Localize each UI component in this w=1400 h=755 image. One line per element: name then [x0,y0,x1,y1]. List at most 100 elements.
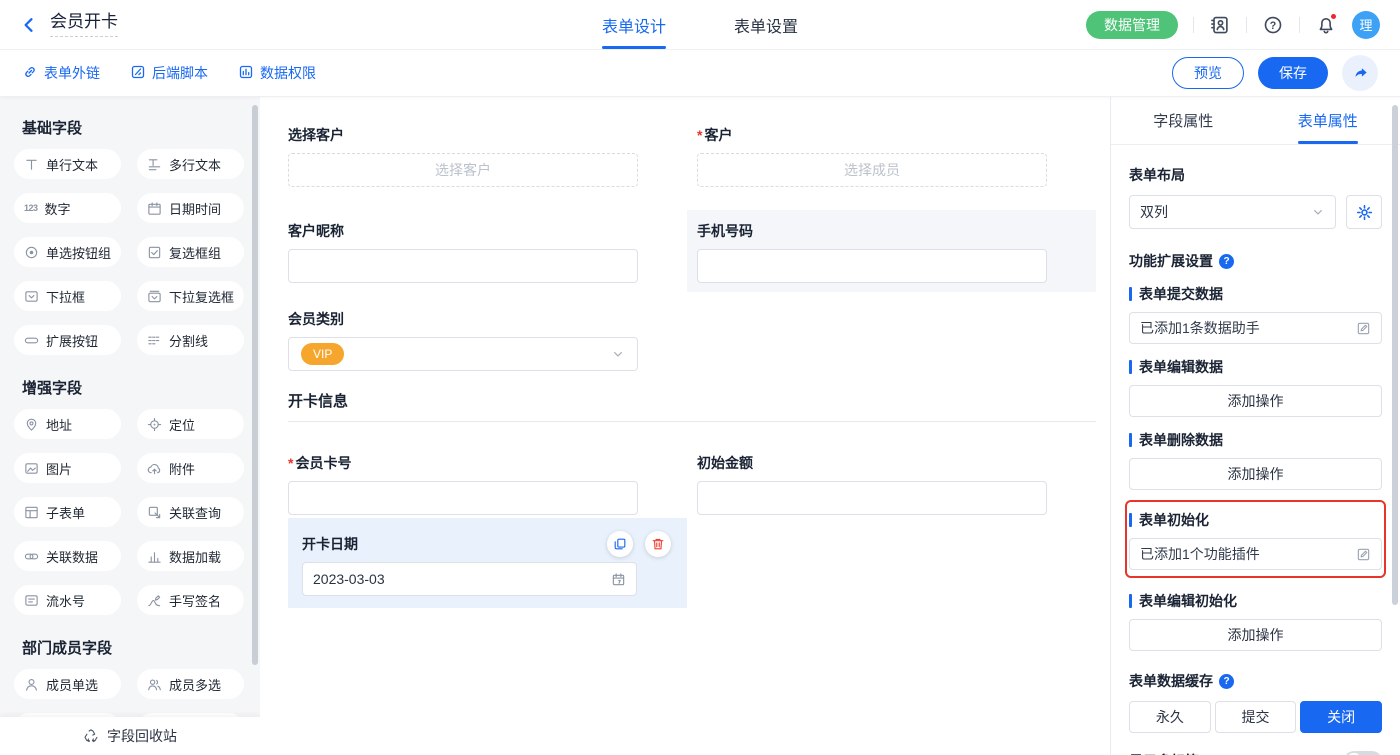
form-field-card-no[interactable]: 会员卡号 [288,442,687,515]
copy-field-button[interactable] [607,531,633,557]
field-pill-cloud-upload[interactable]: 附件 [137,453,244,483]
field-pill-label: 定位 [169,415,195,434]
form-field-select-customer[interactable]: 选择客户 选择客户 [288,121,687,187]
field-pill-linked-data[interactable]: 关联数据 [14,541,121,571]
data-permission-action[interactable]: 数据权限 [238,63,316,83]
cache-option-button[interactable]: 提交 [1215,701,1297,733]
add-action-button[interactable]: 添加操作 [1129,619,1382,651]
field-pill-member-multi[interactable]: 成员多选 [137,669,244,699]
field-pill-map-pin[interactable]: 地址 [14,409,121,439]
field-pill-select[interactable]: 下拉框 [14,281,121,311]
form-field-open-date-selected[interactable]: 开卡日期 2023-03-03 [288,518,687,608]
field-pill-checkbox[interactable]: 复选框组 [137,237,244,267]
field-label: 开卡日期 [302,534,358,554]
card-no-input[interactable] [288,481,638,515]
initial-amount-input[interactable] [697,481,1047,515]
field-pill-linked-query[interactable]: 关联查询 [137,497,244,527]
field-pill-label: 图片 [46,459,72,478]
field-pill-divider[interactable]: 分割线 [137,325,244,355]
field-pill-calendar[interactable]: 日期时间 [137,193,244,223]
notification-bell-icon[interactable] [1315,14,1337,36]
display-tabs-label: 显示多标签 [1129,751,1199,755]
external-link-action[interactable]: 表单外链 [22,63,100,83]
cache-option-button[interactable]: 永久 [1129,701,1211,733]
trash-icon [651,537,665,551]
field-pill-member-single[interactable]: 成员单选 [14,669,121,699]
field-pill-image[interactable]: 图片 [14,453,121,483]
select-icon [24,289,39,304]
form-field-member-type[interactable]: 会员类别 VIP [288,298,687,371]
field-pill-bar-chart[interactable]: 数据加载 [137,541,244,571]
member-multi-icon [147,677,162,692]
backend-script-action[interactable]: 后端脚本 [130,63,208,83]
field-pill-radio[interactable]: 单选按钮组 [14,237,121,267]
phone-input[interactable] [697,249,1047,283]
plugin-status-box[interactable]: 已添加1个功能插件 [1129,538,1382,570]
cache-option-button-active[interactable]: 关闭 [1300,701,1382,733]
field-pill-signature[interactable]: 手写签名 [137,585,244,615]
data-permission-label: 数据权限 [260,63,316,83]
save-button[interactable]: 保存 [1258,57,1328,89]
open-date-value: 2023-03-03 [313,571,385,587]
field-pill-label: 单行文本 [46,155,98,174]
form-canvas: 选择客户 选择客户 客户 选择成员 客户昵称 手机号码 [260,97,1110,755]
nickname-input[interactable] [288,249,638,283]
field-pill-multi-select[interactable]: 下拉复选框 [137,281,244,311]
form-field-initial-amount[interactable]: 初始金额 [687,442,1096,515]
select-member-trigger[interactable]: 选择成员 [697,153,1047,187]
field-pill-number-123[interactable]: 123数字 [14,193,121,223]
address-book-icon[interactable] [1209,14,1231,36]
field-label: 会员类别 [288,309,687,329]
tab-form-properties[interactable]: 表单属性 [1256,97,1400,144]
layout-settings-button[interactable] [1346,195,1382,229]
field-pill-label: 多行文本 [169,155,221,174]
field-pill-text-single[interactable]: 单行文本 [14,149,121,179]
field-section-title: 部门成员字段 [22,639,244,659]
field-pill-text-multi[interactable]: 多行文本 [137,149,244,179]
form-row: 客户昵称 手机号码 [288,210,1110,292]
field-pill-serial-number[interactable]: 流水号 [14,585,121,615]
field-pill-subform[interactable]: 子表单 [14,497,121,527]
sidebar-scrollbar[interactable] [252,105,258,665]
tab-form-design[interactable]: 表单设计 [602,0,666,50]
back-button[interactable] [20,16,38,34]
chevron-down-icon [611,347,625,361]
delete-field-button[interactable] [645,531,671,557]
prop-group-title: 表单提交数据 [1129,284,1382,304]
form-field-customer[interactable]: 客户 选择成员 [687,121,1096,187]
edit-icon[interactable] [1356,321,1371,336]
cache-title: 表单数据缓存 ? [1129,671,1382,691]
field-label: 初始金额 [697,453,1096,473]
form-field-phone[interactable]: 手机号码 [687,210,1096,292]
page-title[interactable]: 会员开卡 [50,12,118,37]
add-action-button[interactable]: 添加操作 [1129,458,1382,490]
data-manage-button[interactable]: 数据管理 [1086,11,1178,39]
help-badge-icon[interactable]: ? [1219,254,1234,269]
form-layout-label: 表单布局 [1129,165,1382,185]
plugin-status-box[interactable]: 已添加1条数据助手 [1129,312,1382,344]
edit-icon[interactable] [1356,547,1371,562]
backend-script-icon [130,64,146,83]
help-badge-icon[interactable]: ? [1219,674,1234,689]
field-recycle-bin[interactable]: 字段回收站 [0,717,260,755]
field-pill-pill-button[interactable]: 扩展按钮 [14,325,121,355]
select-customer-trigger[interactable]: 选择客户 [288,153,638,187]
member-type-select[interactable]: VIP [288,337,638,371]
open-date-input[interactable]: 2023-03-03 [302,562,637,596]
preview-button[interactable]: 预览 [1172,57,1244,89]
form-section-header[interactable]: 开卡信息 [288,391,1096,422]
tab-field-properties[interactable]: 字段属性 [1111,97,1256,144]
avatar[interactable]: 理 [1352,11,1380,39]
extension-settings-title: 功能扩展设置 ? [1129,251,1382,271]
field-pill-locate[interactable]: 定位 [137,409,244,439]
panel-scrollbar[interactable] [1392,105,1398,605]
section-title: 开卡信息 [288,391,1096,413]
svg-text:?: ? [1270,19,1276,31]
layout-select[interactable]: 双列 [1129,195,1336,229]
form-field-nickname[interactable]: 客户昵称 [288,210,687,292]
display-tabs-toggle[interactable] [1344,751,1382,755]
add-action-button[interactable]: 添加操作 [1129,385,1382,417]
share-button[interactable] [1342,55,1378,91]
help-icon[interactable]: ? [1262,14,1284,36]
tab-form-settings[interactable]: 表单设置 [734,0,798,50]
